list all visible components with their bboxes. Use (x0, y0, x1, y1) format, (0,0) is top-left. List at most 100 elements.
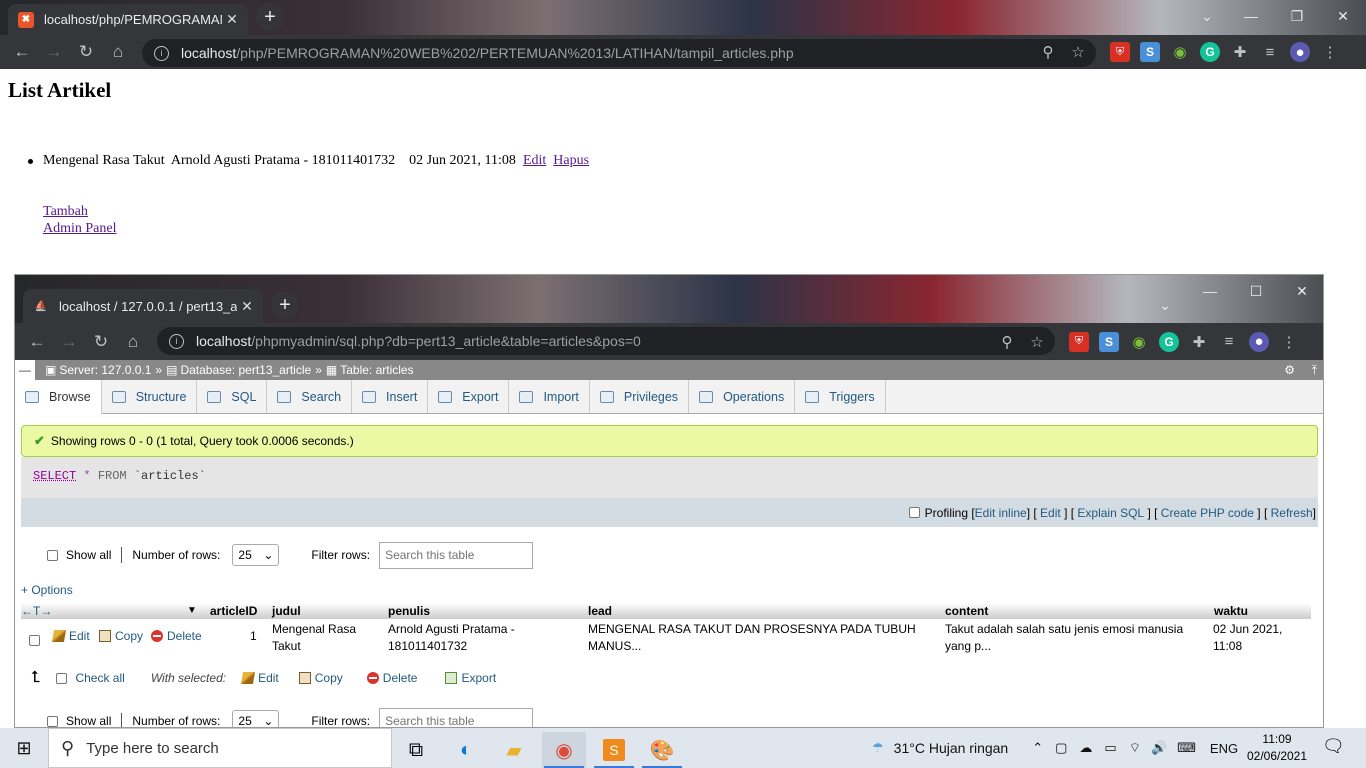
breadcrumb-database[interactable]: Database: pert13_article (180, 363, 311, 377)
row-checkbox[interactable] (29, 635, 40, 647)
keyboard-icon[interactable]: ⌨ (1177, 740, 1196, 756)
menu-kebab-icon[interactable]: ⋮ (1320, 42, 1340, 62)
tab2-search-icon[interactable]: ⌄ (1150, 289, 1180, 321)
breadcrumb-server[interactable]: Server: 127.0.0.1 (59, 363, 151, 377)
create-php-link[interactable]: Create PHP code (1161, 506, 1254, 520)
bookmark-star-icon[interactable]: ☆ (1068, 42, 1088, 62)
num-rows-select-bottom[interactable]: 25 ⌄ (232, 710, 280, 727)
new-tab2-button[interactable]: + (271, 291, 299, 319)
edit-link[interactable]: Edit (523, 153, 546, 168)
cell-articleid[interactable]: 1 (250, 629, 257, 643)
taskbar-search-input[interactable]: ⚲ Type here to search (48, 728, 392, 768)
admin-panel-link[interactable]: Admin Panel (43, 221, 117, 237)
check-all-label[interactable]: Check all (75, 671, 124, 685)
media-control-icon[interactable]: ≡ (1260, 42, 1280, 62)
language-indicator[interactable]: ENG (1210, 741, 1238, 756)
col-header-waktu[interactable]: waktu (1214, 604, 1248, 618)
back-icon[interactable]: ← (6, 36, 38, 68)
settings-gear-icon[interactable]: ⚙ (1284, 363, 1295, 377)
tab-insert[interactable]: Insert (352, 380, 429, 413)
filter-rows-input-bottom[interactable]: Search this table (379, 707, 534, 727)
grammarly2-icon[interactable]: G (1159, 331, 1179, 352)
reload2-icon[interactable]: ↻ (85, 326, 117, 358)
refresh-link[interactable]: Refresh (1271, 506, 1313, 520)
sublime-text-icon[interactable]: S (592, 732, 636, 768)
row-delete-button[interactable]: Delete (151, 629, 202, 643)
collapse-top-icon[interactable]: ⤒ (1312, 363, 1317, 378)
row-edit-button[interactable]: Edit (51, 629, 90, 643)
restore-button[interactable]: ❐ (1274, 0, 1320, 32)
forward-icon[interactable]: → (38, 36, 70, 68)
extensions2-puzzle-icon[interactable]: ✚ (1189, 332, 1209, 352)
cell-judul[interactable]: Mengenal Rasa Takut (272, 621, 372, 655)
back2-icon[interactable]: ← (21, 326, 53, 358)
tab-import[interactable]: Import (509, 380, 590, 413)
tab-export[interactable]: Export (428, 380, 510, 413)
extension2-shield-icon[interactable]: ⛨ (1069, 331, 1089, 352)
edit-sql-link[interactable]: Edit (1040, 506, 1061, 520)
tab-search-icon[interactable]: ⌄ (1190, 0, 1224, 32)
info2-icon[interactable]: i (169, 333, 184, 349)
close-window2-button[interactable]: ✕ (1279, 275, 1323, 307)
bulk-export-button[interactable]: Export (445, 671, 496, 685)
sort-dropdown-icon[interactable]: ▼ (187, 605, 197, 616)
cell-lead[interactable]: MENGENAL RASA TAKUT DAN PROSESNYA PADA T… (588, 621, 928, 655)
tab-search[interactable]: Search (267, 380, 353, 413)
profile-avatar[interactable]: ● (1290, 42, 1310, 62)
menu2-kebab-icon[interactable]: ⋮ (1279, 332, 1299, 352)
edge-icon[interactable]: ◐ (444, 732, 488, 768)
explain-sql-link[interactable]: Explain SQL (1077, 506, 1144, 520)
chevron-up-icon[interactable]: ⌃ (1032, 740, 1043, 756)
row-copy-button[interactable]: Copy (99, 629, 143, 643)
browser-tab-active[interactable]: ✖ localhost/php/PEMROGRAMAN W ✕ (8, 4, 248, 35)
volume-icon[interactable]: 🔊 (1151, 740, 1167, 756)
home2-icon[interactable]: ⌂ (117, 326, 149, 358)
tab-browse[interactable]: Browse (15, 380, 102, 414)
cell-penulis[interactable]: Arnold Agusti Pratama - 181011401732 (388, 621, 538, 655)
bulk-edit-button[interactable]: Edit (241, 671, 279, 685)
col-header-judul[interactable]: judul (272, 604, 301, 618)
minimize-button[interactable]: — (1228, 0, 1274, 32)
extension-color-icon[interactable]: ◉ (1170, 42, 1190, 62)
address-bar2[interactable]: i localhost/phpmyadmin/sql.php?db=pert13… (157, 327, 1055, 355)
col-header-content[interactable]: content (945, 604, 988, 618)
close-tab-icon[interactable]: ✕ (222, 11, 242, 28)
zoom2-icon[interactable]: ⚲ (997, 332, 1017, 352)
bulk-copy-button[interactable]: Copy (298, 671, 343, 685)
windows-start-icon[interactable]: ⊞ (0, 728, 48, 768)
tab-privileges[interactable]: Privileges (590, 380, 690, 413)
delete-link[interactable]: Hapus (553, 153, 589, 168)
minimize2-button[interactable]: — (1187, 275, 1233, 307)
tab-structure[interactable]: Structure (102, 380, 198, 413)
maximize2-button[interactable]: ☐ (1233, 275, 1279, 307)
show-all-checkbox[interactable] (47, 549, 58, 561)
column-arrows[interactable]: ←T→ (21, 604, 52, 618)
check-all-checkbox[interactable] (56, 672, 68, 684)
extension2-s-icon[interactable]: S (1099, 331, 1119, 352)
close-window-button[interactable]: ✕ (1320, 0, 1366, 32)
clock[interactable]: 11:09 02/06/2021 (1246, 731, 1308, 765)
info-icon[interactable]: i (154, 45, 169, 61)
num-rows-select[interactable]: 25 ⌄ (232, 544, 280, 566)
edit-inline-link[interactable]: Edit inline (975, 506, 1027, 520)
task-view-icon[interactable]: ⧉ (394, 732, 438, 768)
cell-waktu[interactable]: 02 Jun 2021, 11:08 (1213, 621, 1303, 655)
extension2-color-icon[interactable]: ◉ (1129, 332, 1149, 352)
sql-keyword-select[interactable]: SELECT (33, 469, 76, 483)
forward2-icon[interactable]: → (53, 326, 85, 358)
wifi-icon[interactable]: ⌔ (1129, 740, 1141, 756)
close-tab2-icon[interactable]: ✕ (237, 298, 257, 315)
weather-text[interactable]: 31°C Hujan ringan (894, 740, 1009, 756)
tab-sql[interactable]: SQL (197, 380, 268, 413)
extensions-puzzle-icon[interactable]: ✚ (1230, 42, 1250, 62)
battery-icon[interactable]: ▭ (1104, 740, 1116, 756)
col-header-lead[interactable]: lead (588, 604, 612, 618)
profiling-checkbox[interactable] (908, 507, 920, 518)
onedrive-icon[interactable]: ☁ (1079, 740, 1092, 756)
show-all-checkbox-bottom[interactable] (47, 715, 58, 727)
bulk-delete-button[interactable]: Delete (366, 671, 417, 685)
meet-now-icon[interactable]: ▢ (1055, 740, 1067, 756)
notification-icon[interactable]: 🗨 (1322, 736, 1345, 757)
options-link[interactable]: + Options (21, 583, 73, 597)
media2-control-icon[interactable]: ≡ (1219, 332, 1239, 352)
